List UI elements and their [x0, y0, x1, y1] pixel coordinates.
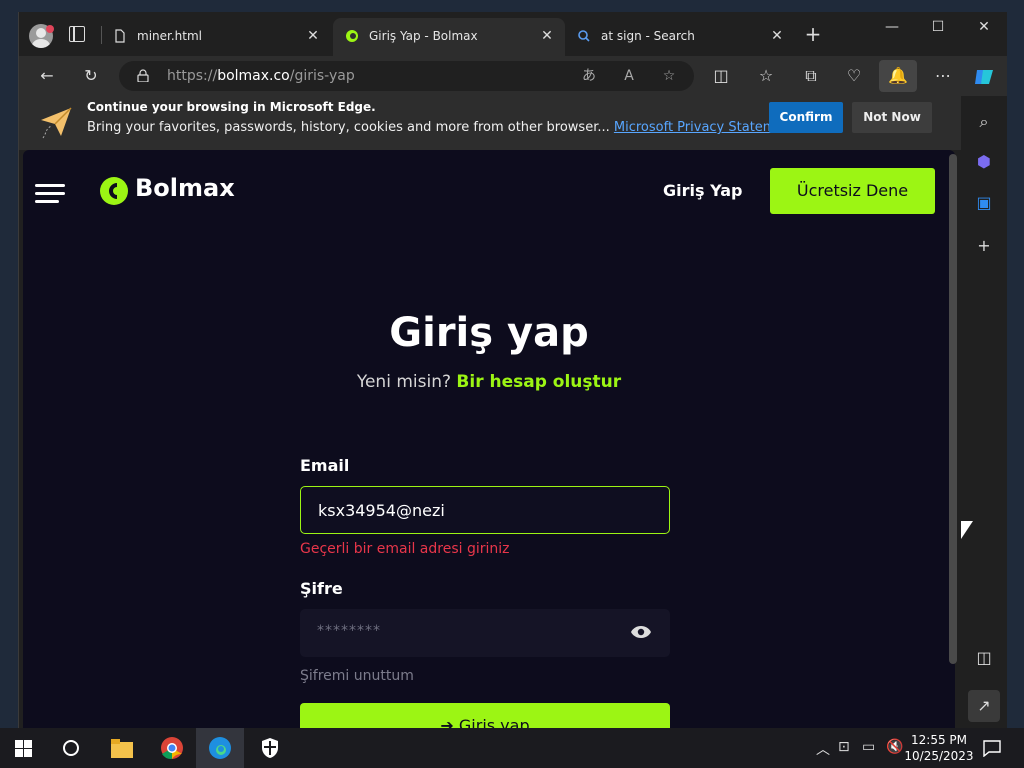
minimize-button[interactable]: — [869, 12, 915, 42]
nav-login-link[interactable]: Giriş Yap [663, 181, 742, 200]
tab-actions-icon[interactable] [69, 26, 85, 42]
web-page: Bolmax Giriş Yap Ücretsiz Dene Giriş yap… [23, 150, 955, 728]
more-options-icon[interactable]: ⋯ [931, 64, 955, 88]
bolmax-icon [346, 30, 358, 42]
show-password-icon[interactable] [630, 624, 652, 640]
read-aloud-icon[interactable]: A [619, 66, 639, 86]
create-account-link[interactable]: Bir hesap oluştur [456, 372, 621, 392]
translate-icon[interactable]: あ [579, 66, 599, 86]
collections-icon[interactable]: ⧉ [799, 64, 823, 88]
confirm-button[interactable]: Confirm [769, 102, 843, 133]
tab-title: at sign - Search [601, 29, 695, 43]
notification-center-icon[interactable] [983, 739, 1001, 757]
url-text[interactable]: https://bolmax.co/giris-yap [167, 68, 355, 84]
edge-sidebar: ⌕ ⬢ ▣ + ◫ ↗ ⚙ [961, 96, 1007, 747]
password-field[interactable]: ******** [300, 609, 670, 657]
login-submit-button[interactable]: ➔ Giriş yap [300, 703, 670, 728]
banner-body: Bring your favorites, passwords, history… [87, 120, 797, 135]
browser-window: miner.html ✕ Giriş Yap - Bolmax ✕ at sig… [18, 12, 1007, 747]
refresh-icon[interactable]: ↻ [79, 64, 103, 88]
close-tab-icon[interactable]: ✕ [537, 26, 557, 46]
not-now-button[interactable]: Not Now [852, 102, 932, 133]
tab-miner[interactable]: miner.html ✕ [101, 18, 331, 56]
close-tab-icon[interactable]: ✕ [303, 26, 323, 46]
split-screen-icon[interactable]: ◫ [709, 64, 733, 88]
tab-search[interactable]: at sign - Search ✕ [565, 18, 795, 56]
email-label: Email [300, 456, 350, 475]
banner-title: Continue your browsing in Microsoft Edge… [87, 100, 376, 114]
password-mask: ******** [317, 623, 381, 639]
free-trial-button[interactable]: Ücretsiz Dene [770, 168, 935, 214]
back-icon[interactable]: ← [35, 64, 59, 88]
toolbar: ← ↻ https://bolmax.co/giris-yap あ A ☆ ◫ … [19, 56, 1007, 96]
tab-strip: miner.html ✕ Giriş Yap - Bolmax ✕ at sig… [19, 12, 1007, 56]
close-window-button[interactable]: ✕ [961, 12, 1007, 42]
sidebar-toggle-icon[interactable]: ◫ [974, 648, 994, 668]
page-title: Giriş yap [389, 310, 589, 356]
paper-plane-icon [41, 107, 72, 139]
outlook-icon[interactable]: ▣ [974, 193, 994, 213]
chrome-icon[interactable] [160, 736, 184, 760]
bolmax-logo-icon[interactable] [99, 176, 129, 206]
network-icon[interactable]: ⊡ [838, 739, 850, 755]
copilot-icon[interactable]: ⬢ [974, 152, 994, 172]
close-tab-icon[interactable]: ✕ [767, 26, 787, 46]
mouse-cursor-icon [961, 521, 973, 539]
address-bar[interactable]: https://bolmax.co/giris-yap あ A ☆ [119, 61, 694, 91]
browser-essentials-icon[interactable]: ♡ [842, 64, 866, 88]
edge-icon [209, 737, 231, 759]
favorite-star-icon[interactable]: ☆ [659, 66, 679, 86]
import-banner: Continue your browsing in Microsoft Edge… [19, 96, 961, 150]
add-icon[interactable]: + [974, 236, 994, 256]
password-label: Şifre [300, 579, 343, 598]
search-circle-icon[interactable] [63, 740, 79, 756]
maximize-button[interactable]: ☐ [915, 12, 961, 42]
lock-icon [137, 69, 149, 82]
forgot-password-link[interactable]: Şifremi unuttum [300, 668, 414, 684]
file-explorer-icon[interactable] [110, 737, 134, 759]
search-icon[interactable]: ⌕ [974, 112, 994, 132]
bell-icon: 🔔 [888, 66, 908, 85]
email-value: ksx34954@nezi [318, 501, 445, 520]
file-icon [115, 29, 125, 43]
tab-title: miner.html [137, 29, 202, 43]
show-hidden-icons[interactable]: ︿ [816, 739, 830, 759]
signup-prompt: Yeni misin? Bir hesap oluştur [356, 372, 622, 392]
windows-start-icon[interactable] [15, 740, 32, 757]
tab-title: Giriş Yap - Bolmax [369, 29, 478, 43]
display-icon[interactable]: ▭ [862, 739, 875, 755]
taskbar: ︿ ⊡ ▭ 🔇 12:55 PM 10/25/2023 [0, 728, 1024, 768]
search-icon [578, 30, 590, 42]
tab-separator [101, 26, 102, 44]
profile-notification-dot [46, 25, 54, 33]
security-shield-icon[interactable] [259, 737, 281, 759]
external-link-icon[interactable]: ↗ [968, 690, 1000, 722]
email-field[interactable]: ksx34954@nezi [300, 486, 670, 534]
scrollbar[interactable] [949, 154, 957, 664]
new-tab-button[interactable]: + [803, 24, 823, 44]
tab-bolmax[interactable]: Giriş Yap - Bolmax ✕ [333, 18, 565, 56]
brand-name[interactable]: Bolmax [135, 174, 235, 202]
copilot-icon[interactable] [973, 66, 995, 88]
email-error: Geçerli bir email adresi giriniz [300, 541, 510, 557]
clock[interactable]: 12:55 PM 10/25/2023 [904, 732, 974, 764]
favorites-icon[interactable]: ☆ [754, 64, 778, 88]
volume-muted-icon[interactable]: 🔇 [886, 739, 903, 755]
